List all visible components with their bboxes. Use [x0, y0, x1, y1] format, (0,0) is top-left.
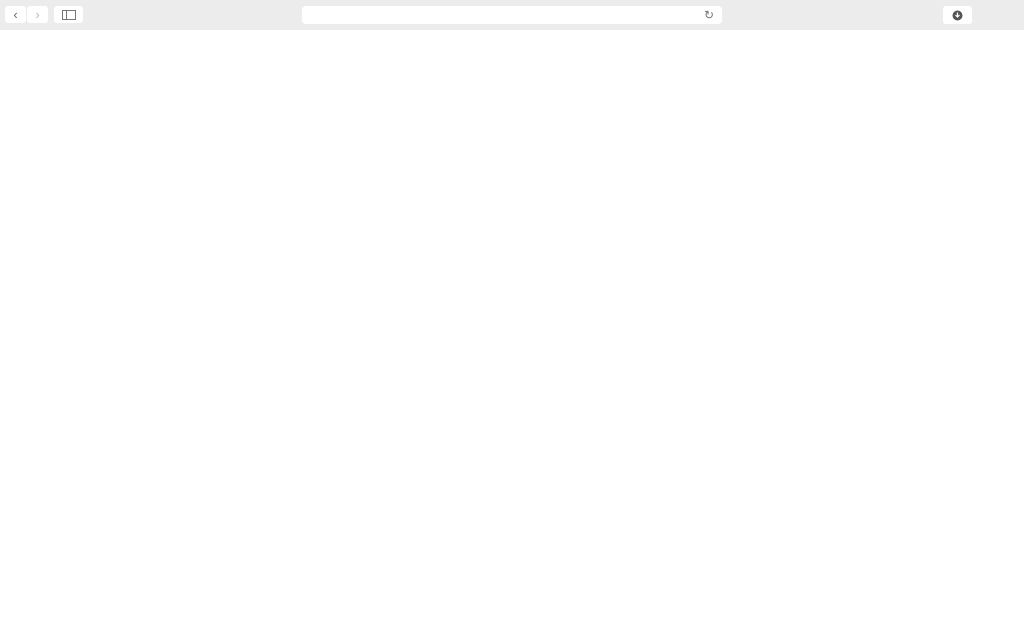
- browser-back-button[interactable]: ‹: [5, 6, 26, 23]
- browser-toolbar: ‹ › ↻: [0, 0, 1024, 30]
- chevron-left-icon: ‹: [13, 7, 18, 22]
- sidebar-toggle-button[interactable]: [54, 6, 83, 23]
- downloads-button[interactable]: [943, 6, 972, 24]
- sidebar-icon: [61, 9, 76, 20]
- browser-forward-button[interactable]: ›: [27, 6, 48, 23]
- download-icon: [952, 10, 963, 20]
- reload-icon[interactable]: ↻: [704, 6, 714, 24]
- address-bar[interactable]: ↻: [302, 6, 722, 24]
- chevron-right-icon: ›: [35, 7, 40, 22]
